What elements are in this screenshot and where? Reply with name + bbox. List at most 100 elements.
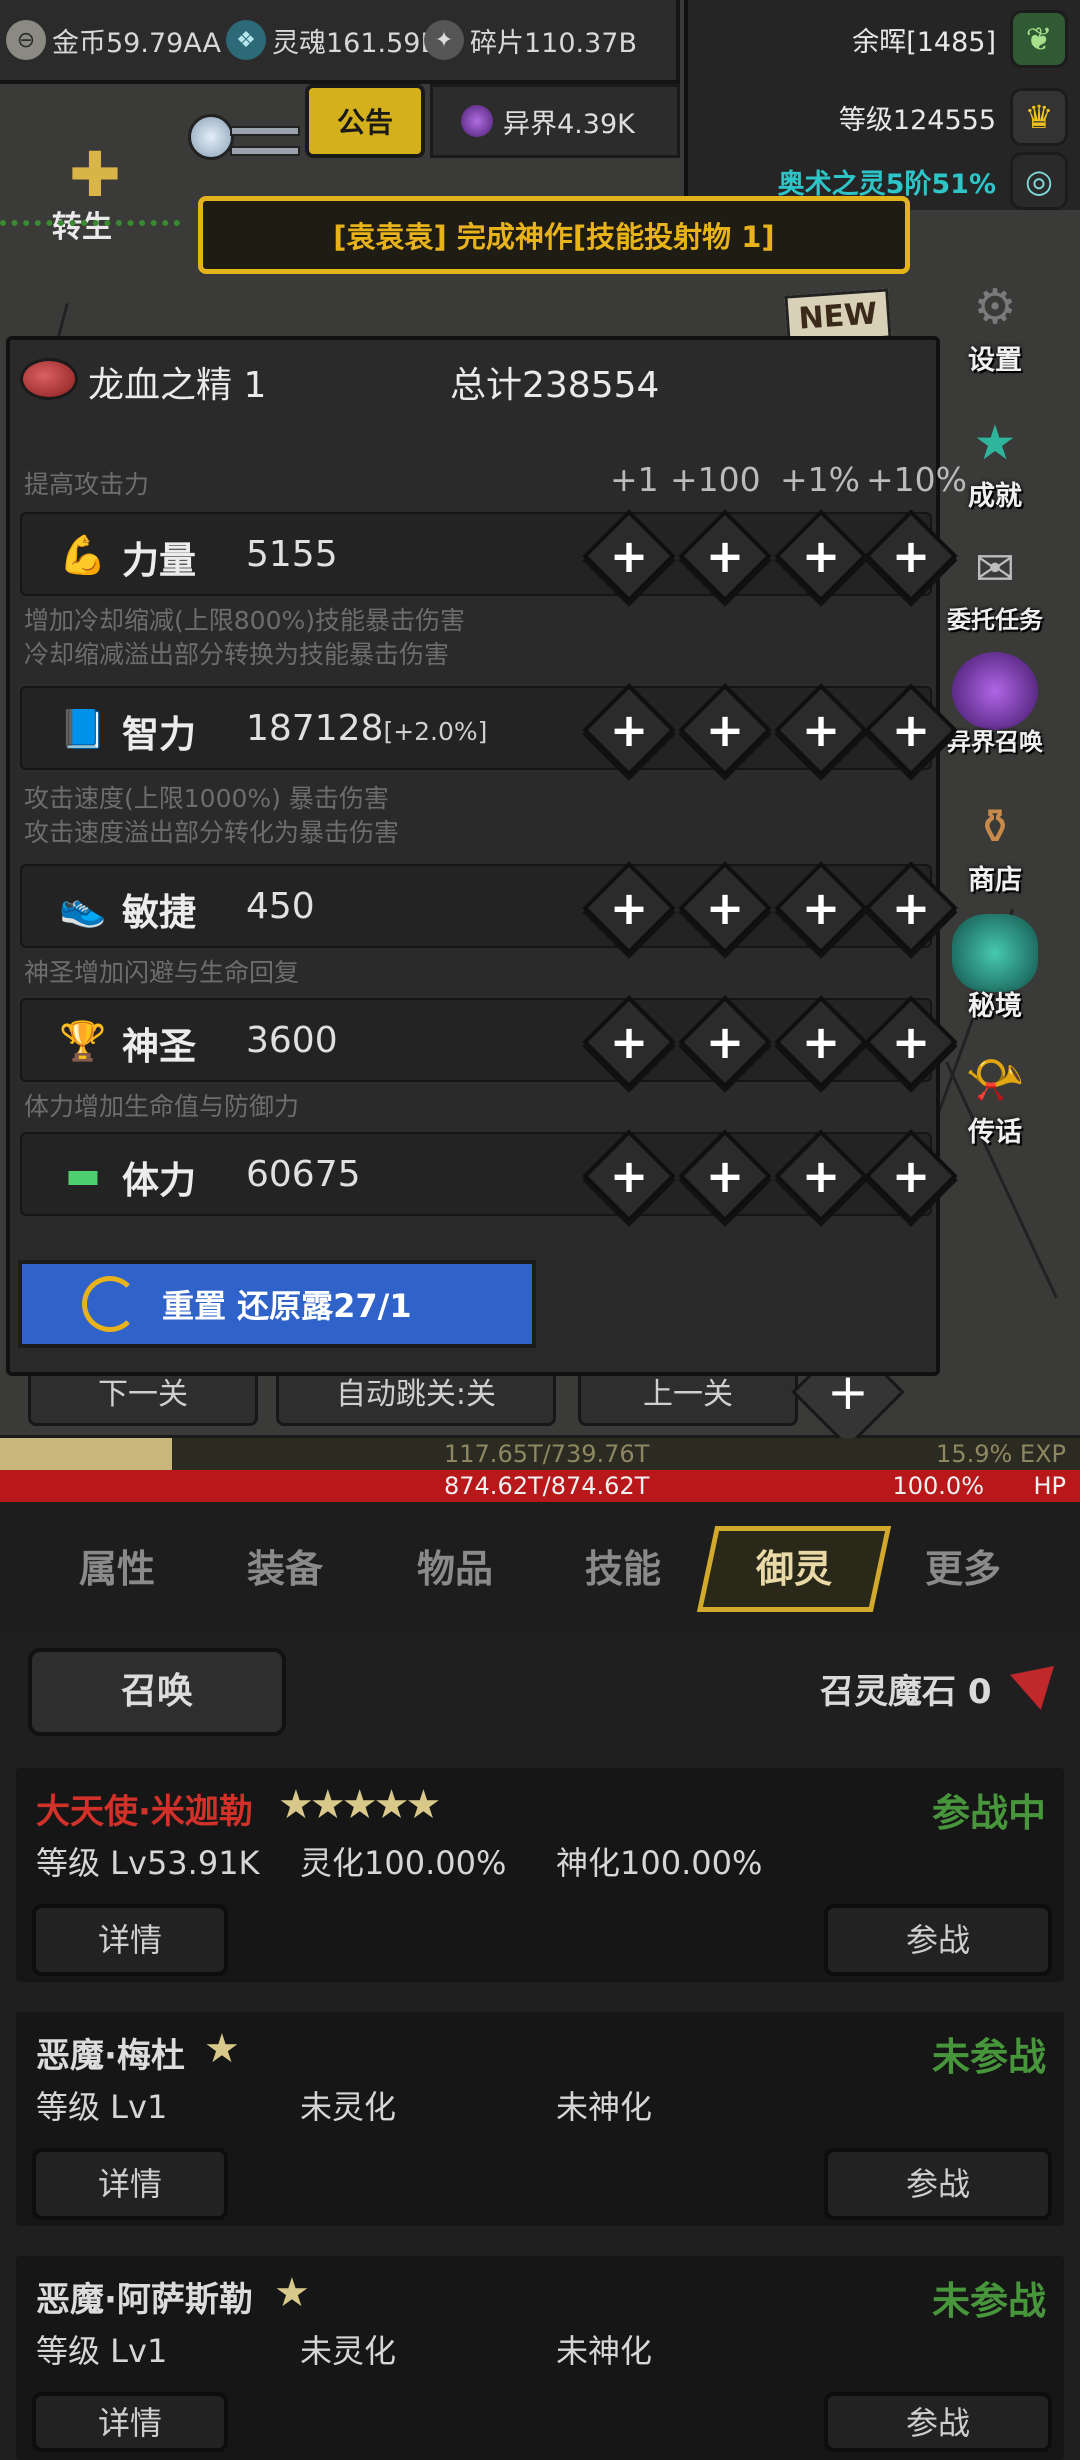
spirit-spiritualize: 未灵化 bbox=[300, 2088, 397, 2126]
other-world-label: 异界4.39K bbox=[503, 108, 635, 140]
stamina-row: ▬ 体力 60675 + + + + bbox=[20, 1129, 958, 1223]
strength-plus-1pct[interactable]: + bbox=[774, 509, 868, 603]
intellect-plus-1[interactable]: + bbox=[582, 683, 676, 777]
spirit-join-button[interactable]: 参战 bbox=[824, 2148, 1052, 2220]
holy-plus-100[interactable]: + bbox=[678, 995, 772, 1089]
agility-desc-1: 攻击速度(上限1000%) 暴击伤害 bbox=[24, 784, 389, 813]
intellect-desc-1: 增加冷却缩减(上限800%)技能暴击伤害 bbox=[24, 606, 465, 635]
holy-plus-1[interactable]: + bbox=[582, 995, 676, 1089]
afterglow-row[interactable]: 余晖[1485] ❦ bbox=[852, 6, 1068, 72]
shard-icon: ✦ bbox=[424, 20, 464, 60]
side-secret-realm[interactable]: 秘境 bbox=[930, 914, 1060, 1024]
agility-plus-1[interactable]: + bbox=[582, 861, 676, 955]
tab-equipment[interactable]: 装备 bbox=[210, 1534, 360, 1604]
holy-value: 3600 bbox=[246, 1020, 338, 1061]
intellect-row: 📘 智力 187128[+2.0%] + + + + bbox=[20, 683, 958, 777]
side-legend[interactable]: 📯 传话 bbox=[930, 1040, 1060, 1150]
notice-button[interactable]: 公告 bbox=[305, 84, 425, 158]
strength-plus-100[interactable]: + bbox=[678, 509, 772, 603]
agility-plus-100[interactable]: + bbox=[678, 861, 772, 955]
cross-icon: ✚ bbox=[69, 138, 121, 211]
gold-coin-icon: ⊖ bbox=[6, 20, 46, 60]
level-label: 等级124555 bbox=[838, 104, 996, 136]
spirit-spiritualize: 灵化100.00% bbox=[300, 1844, 507, 1882]
shard-amount: 碎片110.37B bbox=[470, 27, 637, 59]
arcane-label: 奥术之灵5阶51% bbox=[777, 168, 996, 200]
spirit-level: 等级 Lv53.91K bbox=[36, 1844, 260, 1882]
plus-icon: + bbox=[705, 881, 745, 935]
crown-icon: ♛ bbox=[1010, 88, 1068, 146]
holy-desc: 神圣增加闪避与生命回复 bbox=[24, 958, 300, 987]
settings-label: 设置 bbox=[968, 345, 1022, 376]
plus-icon: + bbox=[609, 1149, 649, 1203]
agility-desc-2: 攻击速度溢出部分转化为暴击伤害 bbox=[24, 818, 400, 847]
main-tabs: 属性 装备 物品 技能 御灵 更多 bbox=[0, 1502, 1080, 1632]
plus-icon: + bbox=[801, 1015, 841, 1069]
strength-plus-1[interactable]: + bbox=[582, 509, 676, 603]
dragon-blood-icon bbox=[20, 358, 78, 400]
soul-resource: ❖ 灵魂161.59B bbox=[226, 18, 432, 62]
col-plus-1pct: +1% bbox=[780, 460, 861, 499]
stamina-plus-1pct[interactable]: + bbox=[774, 1129, 868, 1223]
col-plus-10pct: +10% bbox=[866, 460, 967, 499]
plus-icon: + bbox=[609, 881, 649, 935]
summon-stone-count: 召灵魔石 0 bbox=[820, 1672, 992, 1712]
plus-icon: + bbox=[801, 1149, 841, 1203]
tab-attributes[interactable]: 属性 bbox=[42, 1534, 192, 1604]
tab-items-label: 物品 bbox=[416, 1547, 493, 1591]
strength-value: 5155 bbox=[246, 534, 338, 575]
plus-icon: + bbox=[891, 881, 931, 935]
stamina-plus-100[interactable]: + bbox=[678, 1129, 772, 1223]
tab-skills-label: 技能 bbox=[584, 1547, 661, 1591]
spirit-deify: 未神化 bbox=[556, 2088, 653, 2126]
total-label: 总计238554 bbox=[450, 365, 660, 406]
plus-icon: + bbox=[705, 1015, 745, 1069]
intellect-plus-1pct[interactable]: + bbox=[774, 683, 868, 777]
plus-icon: + bbox=[705, 703, 745, 757]
spirit-detail-button[interactable]: 详情 bbox=[32, 1904, 228, 1976]
other-world-counter[interactable]: 异界4.39K bbox=[430, 84, 680, 158]
shop-label: 商店 bbox=[968, 865, 1022, 896]
portal-icon bbox=[461, 105, 493, 137]
scroll-icon: ✉ bbox=[974, 541, 1016, 597]
rebirth-button[interactable]: ✚ 转生 bbox=[40, 138, 150, 246]
spirit-card: 恶魔·梅杜 ★ 未参战 等级 Lv1 未灵化 未神化 详情 参战 bbox=[16, 2012, 1064, 2226]
spirit-card: 恶魔·阿萨斯勒 ★ 未参战 等级 Lv1 未灵化 未神化 详情 参战 bbox=[16, 2256, 1064, 2460]
plus-icon: + bbox=[609, 529, 649, 583]
tab-skills[interactable]: 技能 bbox=[548, 1534, 698, 1604]
afterglow-label: 余晖[1485] bbox=[852, 26, 996, 58]
spirit-detail-button[interactable]: 详情 bbox=[32, 2392, 228, 2452]
alloc-header: 龙血之精 1 总计238554 bbox=[10, 340, 936, 420]
stamina-plus-1[interactable]: + bbox=[582, 1129, 676, 1223]
side-otherworld-summon[interactable]: 异界召唤 bbox=[930, 652, 1060, 762]
essence-label: 龙血之精 1 bbox=[88, 365, 267, 406]
plus-icon: + bbox=[801, 703, 841, 757]
reset-button[interactable]: 重置 还原露27/1 bbox=[18, 1260, 536, 1348]
col-plus-1: +1 bbox=[610, 460, 659, 499]
holy-plus-1pct[interactable]: + bbox=[774, 995, 868, 1089]
spirit-join-button[interactable]: 参战 bbox=[824, 2392, 1052, 2452]
stamina-value: 60675 bbox=[246, 1154, 361, 1195]
side-settings[interactable]: ⚙ 设置 bbox=[930, 268, 1060, 378]
agility-plus-1pct[interactable]: + bbox=[774, 861, 868, 955]
soul-amount: 灵魂161.59B bbox=[272, 27, 432, 59]
trophy-icon: 🏆 bbox=[59, 1019, 107, 1063]
side-commissions[interactable]: ✉ 委托任务 bbox=[930, 530, 1060, 640]
exp-bar: 117.65T/739.76T 15.9% EXP bbox=[0, 1438, 1080, 1470]
level-row[interactable]: 等级124555 ♛ bbox=[839, 84, 1068, 150]
plus-icon: + bbox=[891, 1149, 931, 1203]
summon-button[interactable]: 召唤 bbox=[28, 1648, 286, 1736]
tab-items[interactable]: 物品 bbox=[380, 1534, 530, 1604]
book-icon: 📘 bbox=[59, 707, 107, 751]
spirit-detail-button[interactable]: 详情 bbox=[32, 2148, 228, 2220]
soul-icon: ❖ bbox=[226, 20, 266, 60]
tab-more[interactable]: 更多 bbox=[888, 1534, 1038, 1604]
tab-equipment-label: 装备 bbox=[246, 1547, 323, 1591]
tab-spirits[interactable]: 御灵 bbox=[696, 1526, 892, 1612]
holy-name: 神圣 bbox=[122, 1025, 196, 1068]
intellect-plus-100[interactable]: + bbox=[678, 683, 772, 777]
strength-name: 力量 bbox=[122, 539, 196, 582]
spirit-join-button[interactable]: 参战 bbox=[824, 1904, 1052, 1976]
side-shop[interactable]: ⚱ 商店 bbox=[930, 788, 1060, 898]
commissions-label: 委托任务 bbox=[947, 606, 1043, 634]
